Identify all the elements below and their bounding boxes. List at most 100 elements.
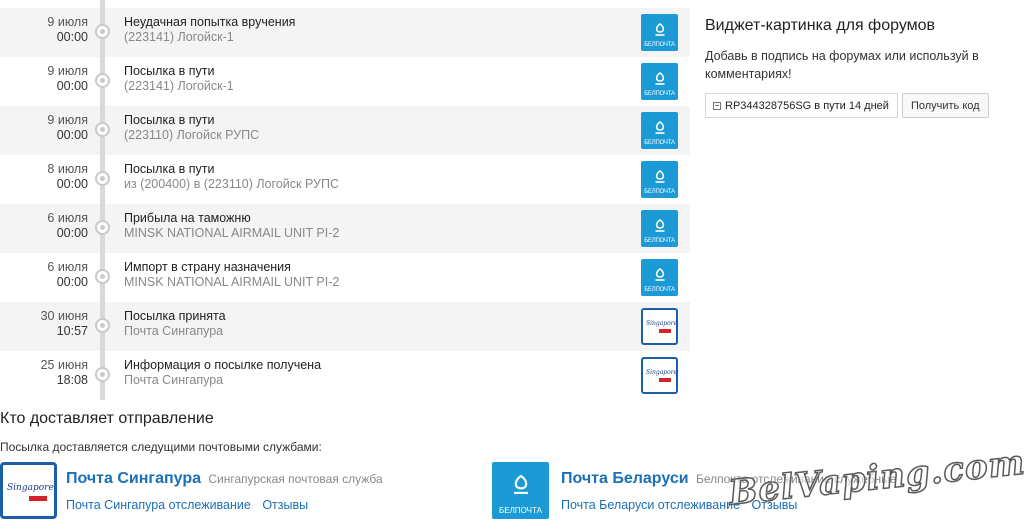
event-date: 8 июля	[47, 162, 88, 176]
event-datetime: 9 июля 00:00	[0, 113, 88, 143]
belpochta-logo[interactable]: БЕЛПОЧТА	[641, 210, 678, 247]
timeline-dot-icon	[95, 269, 110, 284]
carriers-section-subtitle: Посылка доставляется следущими почтовыми…	[0, 440, 322, 454]
carriers-section-title: Кто доставляет отправление	[0, 410, 214, 427]
belpochta-swirl-icon	[655, 170, 664, 183]
widget-preview-badge[interactable]: RP344328756SG в пути 14 дней	[705, 93, 898, 118]
event-date: 9 июля	[47, 15, 88, 29]
event-time: 00:00	[56, 79, 88, 93]
carrier-tracking-link[interactable]: Почта Беларуси отслеживание	[561, 498, 740, 512]
event-time: 18:08	[56, 373, 88, 387]
timeline-row: 9 июля 00:00 Посылка в пути (223110) Лог…	[0, 106, 690, 155]
logo-caption: БЕЛПОЧТА	[499, 506, 542, 515]
event-time: 00:00	[56, 226, 88, 240]
event-date: 30 июня	[40, 309, 88, 323]
belpochta-swirl-icon	[655, 72, 664, 85]
timeline-dot-icon	[95, 220, 110, 235]
event-time: 00:00	[56, 275, 88, 289]
event-status: Посылка в пути	[124, 113, 215, 127]
event-status: Посылка в пути	[124, 64, 215, 78]
event-datetime: 25 июня 18:08	[0, 358, 88, 388]
event-location: (223141) Логойск-1	[124, 30, 234, 44]
event-date: 25 июня	[40, 358, 88, 372]
event-location: (223110) Логойск РУПС	[124, 128, 260, 142]
carrier-name-link[interactable]: Почта Беларуси	[561, 470, 689, 487]
event-status: Неудачная попытка вручения	[124, 15, 296, 29]
get-code-button[interactable]: Получить код	[901, 93, 989, 118]
event-datetime: 6 июля 00:00	[0, 260, 88, 290]
event-location: MINSK NATIONAL AIRMAIL UNIT PI-2	[124, 275, 340, 289]
event-time: 00:00	[56, 30, 88, 44]
logo-caption: Singapore	[7, 483, 54, 493]
timeline-dot-icon	[95, 24, 110, 39]
timeline-dot-icon	[95, 122, 110, 137]
singpost-logo[interactable]: Singapore	[641, 308, 678, 345]
event-status: Импорт в страну назначения	[124, 260, 291, 274]
event-status: Прибыла на таможню	[124, 211, 251, 225]
logo-caption: БЕЛПОЧТА	[644, 238, 675, 244]
belpochta-logo[interactable]: БЕЛПОЧТА	[641, 14, 678, 51]
logo-caption: БЕЛПОЧТА	[644, 287, 675, 293]
logo-caption: Singapore	[646, 369, 678, 376]
belpochta-logo[interactable]: БЕЛПОЧТА	[492, 462, 549, 519]
logo-caption: БЕЛПОЧТА	[644, 91, 675, 97]
timeline-row: 8 июля 00:00 Посылка в пути из (200400) …	[0, 155, 690, 204]
logo-caption: Singapore	[646, 320, 678, 327]
carrier-tracking-link[interactable]: Почта Сингапура отслеживание	[66, 498, 251, 512]
event-location: MINSK NATIONAL AIRMAIL UNIT PI-2	[124, 226, 340, 240]
event-date: 9 июля	[47, 113, 88, 127]
event-time: 00:00	[56, 128, 88, 142]
belpochta-logo[interactable]: БЕЛПОЧТА	[641, 112, 678, 149]
tracking-timeline: 9 июля 00:00 Неудачная попытка вручения …	[0, 0, 690, 400]
event-datetime: 8 июля 00:00	[0, 162, 88, 192]
belpochta-logo[interactable]: БЕЛПОЧТА	[641, 259, 678, 296]
singpost-post-bar	[29, 496, 47, 501]
timeline-row: 25 июня 18:08 Информация о посылке получ…	[0, 351, 690, 400]
event-location: Почта Сингапура	[124, 324, 224, 338]
logo-caption: БЕЛПОЧТА	[644, 189, 675, 195]
timeline-row: 6 июля 00:00 Прибыла на таможню MINSK NA…	[0, 204, 690, 253]
event-date: 6 июля	[47, 260, 88, 274]
event-datetime: 9 июля 00:00	[0, 64, 88, 94]
singpost-logo[interactable]: Singapore	[641, 357, 678, 394]
belpochta-logo[interactable]: БЕЛПОЧТА	[641, 161, 678, 198]
event-location: (223141) Логойск-1	[124, 79, 234, 93]
belpochta-swirl-icon	[655, 219, 664, 232]
package-icon	[713, 101, 721, 110]
forum-widget-panel: Виджет-картинка для форумов Добавь в под…	[705, 17, 1005, 118]
carrier-name-link[interactable]: Почта Сингапура	[66, 470, 201, 487]
event-location: из (200400) в (223110) Логойск РУПС	[124, 177, 339, 191]
belpochta-swirl-icon	[655, 268, 664, 281]
timeline-row: 9 июля 00:00 Неудачная попытка вручения …	[0, 0, 690, 57]
event-date: 9 июля	[47, 64, 88, 78]
singpost-post-bar	[659, 378, 671, 382]
widget-badge-text: RP344328756SG в пути 14 дней	[725, 99, 889, 112]
widget-description: Добавь в подпись на форумах или использу…	[705, 49, 979, 81]
event-datetime: 9 июля 00:00	[0, 15, 88, 45]
belpochta-swirl-icon	[655, 121, 664, 134]
logo-caption: БЕЛПОЧТА	[644, 140, 675, 146]
event-status: Информация о посылке получена	[124, 358, 322, 372]
carrier-reviews-link[interactable]: Отзывы	[262, 498, 308, 512]
event-datetime: 30 июня 10:57	[0, 309, 88, 339]
event-datetime: 6 июля 00:00	[0, 211, 88, 241]
logo-caption: БЕЛПОЧТА	[644, 42, 675, 48]
singpost-post-bar	[659, 329, 671, 333]
event-status: Посылка принята	[124, 309, 226, 323]
belpochta-swirl-icon	[513, 474, 528, 494]
event-date: 6 июля	[47, 211, 88, 225]
event-time: 00:00	[56, 177, 88, 191]
carrier-description: Сингапурская почтовая служба	[208, 472, 383, 486]
timeline-dot-icon	[95, 318, 110, 333]
event-status: Посылка в пути	[124, 162, 215, 176]
timeline-dot-icon	[95, 73, 110, 88]
site-watermark: BelVaping.com	[726, 442, 1024, 514]
widget-title: Виджет-картинка для форумов	[705, 17, 936, 34]
timeline-row: 6 июля 00:00 Импорт в страну назначения …	[0, 253, 690, 302]
belpochta-logo[interactable]: БЕЛПОЧТА	[641, 63, 678, 100]
timeline-dot-icon	[95, 367, 110, 382]
singpost-logo[interactable]: Singapore	[0, 462, 57, 519]
event-time: 10:57	[56, 324, 88, 338]
timeline-dot-icon	[95, 171, 110, 186]
timeline-row: 30 июня 10:57 Посылка принята Почта Синг…	[0, 302, 690, 351]
